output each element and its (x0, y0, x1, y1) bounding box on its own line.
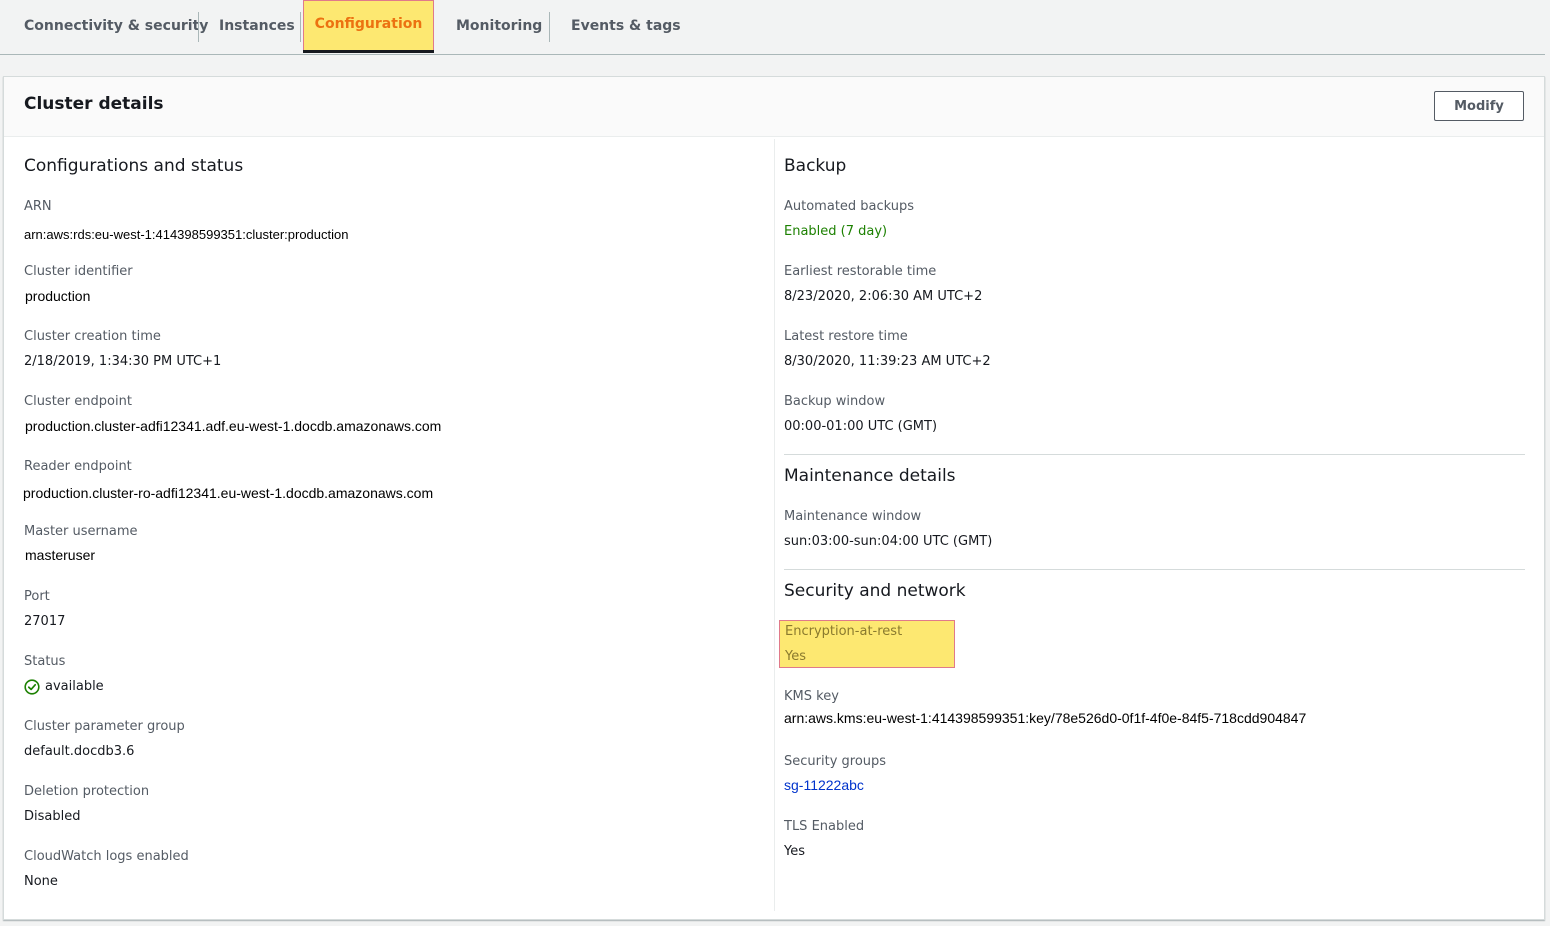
tab-events-tags[interactable]: Events & tags (571, 0, 681, 54)
deletion-protection-value: Disabled (24, 809, 81, 824)
cluster-identifier-label: Cluster identifier (24, 264, 133, 279)
column-divider (774, 139, 775, 911)
tab-monitoring[interactable]: Monitoring (456, 0, 542, 54)
cloudwatch-logs-value: None (24, 874, 58, 889)
kms-key-value: arn:aws.kms:eu-west-1:414398599351:key/7… (784, 710, 1307, 726)
earliest-restorable-time-value: 8/23/2020, 2:06:30 AM UTC+2 (784, 289, 983, 304)
automated-backups-value: Enabled (7 day) (784, 224, 888, 239)
tls-enabled-value: Yes (784, 844, 805, 859)
cluster-parameter-group-value: default.docdb3.6 (24, 744, 135, 759)
cluster-creation-time-value: 2/18/2019, 1:34:30 PM UTC+1 (24, 354, 222, 369)
security-groups-label: Security groups (784, 754, 887, 769)
deletion-protection-label: Deletion protection (24, 784, 150, 799)
check-circle-icon (24, 679, 40, 695)
backup-title: Backup (784, 156, 847, 176)
encryption-highlight: Encryption-at-rest Yes (779, 620, 955, 668)
cluster-identifier-value: production (25, 288, 91, 304)
tab-separator (300, 12, 301, 42)
tab-connectivity-security[interactable]: Connectivity & security (24, 0, 208, 54)
earliest-restorable-time-label: Earliest restorable time (784, 264, 937, 279)
section-divider (784, 454, 1525, 455)
tab-instances[interactable]: Instances (219, 0, 295, 54)
maintenance-window-label: Maintenance window (784, 509, 922, 524)
security-network-title: Security and network (784, 581, 966, 601)
master-username-value: masteruser (25, 547, 96, 563)
backup-window-value: 00:00-01:00 UTC (GMT) (784, 419, 938, 434)
encryption-at-rest-value: Yes (785, 649, 806, 664)
tab-configuration[interactable]: Configuration (303, 0, 434, 53)
modify-button[interactable]: Modify (1434, 91, 1524, 121)
encryption-at-rest-label: Encryption-at-rest (785, 624, 903, 639)
kms-key-label: KMS key (784, 689, 839, 704)
cluster-creation-time-label: Cluster creation time (24, 329, 161, 344)
cluster-endpoint-label: Cluster endpoint (24, 394, 132, 409)
panel-title: Cluster details (24, 94, 164, 114)
cluster-endpoint-value: production.cluster-adfi12341.adf.eu-west… (25, 418, 442, 434)
cloudwatch-logs-label: CloudWatch logs enabled (24, 849, 189, 864)
latest-restore-time-label: Latest restore time (784, 329, 908, 344)
maintenance-window-value: sun:03:00-sun:04:00 UTC (GMT) (784, 534, 993, 549)
status-value: available (45, 679, 104, 694)
tls-enabled-label: TLS Enabled (784, 819, 865, 834)
automated-backups-label: Automated backups (784, 199, 915, 214)
panel-header: Cluster details Modify (4, 77, 1544, 137)
section-divider (784, 569, 1525, 570)
backup-window-label: Backup window (784, 394, 886, 409)
port-value: 27017 (24, 614, 66, 629)
maintenance-details-title: Maintenance details (784, 466, 956, 486)
tab-separator (549, 12, 550, 42)
arn-label: ARN (24, 199, 52, 214)
port-label: Port (24, 589, 50, 604)
latest-restore-time-value: 8/30/2020, 11:39:23 AM UTC+2 (784, 354, 991, 369)
cluster-parameter-group-label: Cluster parameter group (24, 719, 185, 734)
master-username-label: Master username (24, 524, 138, 539)
tab-separator (198, 12, 199, 42)
tab-bar: Connectivity & security Instances Config… (0, 0, 1545, 55)
status-label: Status (24, 654, 66, 669)
security-group-link[interactable]: sg-11222abc (784, 777, 864, 793)
arn-value: arn:aws:rds:eu-west-1:414398599351:clust… (24, 227, 349, 242)
reader-endpoint-value: production.cluster-ro-adfi12341.eu-west-… (23, 485, 434, 501)
configurations-status-title: Configurations and status (24, 156, 244, 176)
reader-endpoint-label: Reader endpoint (24, 459, 132, 474)
cluster-details-panel: Cluster details Modify Configurations an… (3, 76, 1545, 920)
